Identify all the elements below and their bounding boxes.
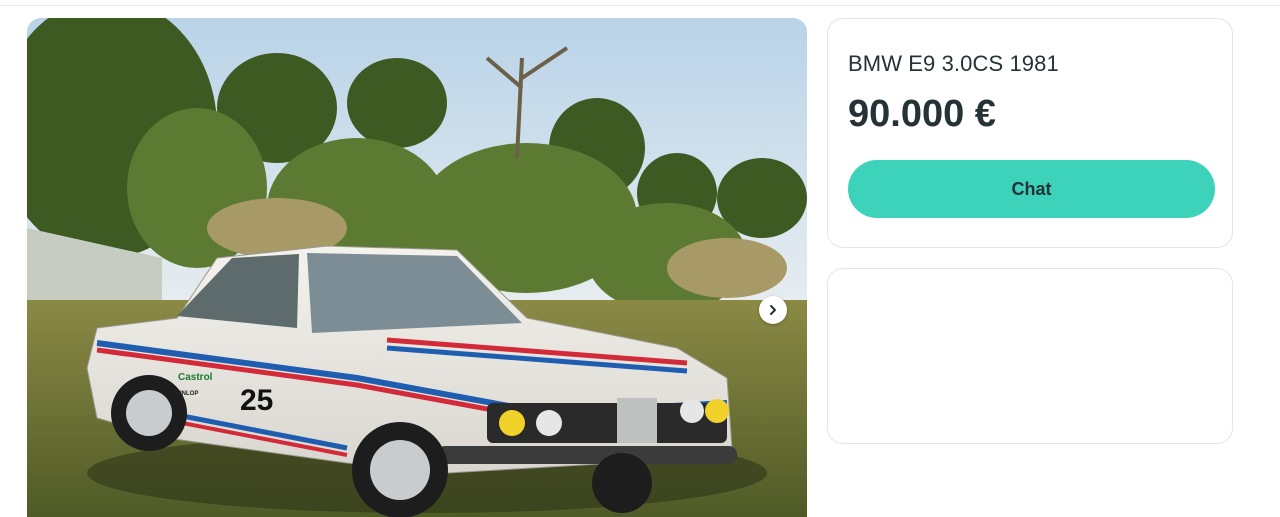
car-photo: 25 Castrol DUNLOP — [27, 18, 807, 517]
photo-gallery[interactable]: 25 Castrol DUNLOP — [27, 18, 807, 517]
car-sponsor-decal: Castrol — [178, 372, 213, 383]
chevron-right-icon — [770, 305, 776, 315]
gallery-next-button[interactable] — [759, 296, 787, 324]
car-number-decal: 25 — [240, 384, 273, 417]
top-divider — [0, 5, 1280, 6]
car-sponsor-secondary-decal: DUNLOP — [173, 391, 198, 397]
secondary-info-card — [827, 268, 1233, 444]
listing-info-card: BMW E9 3.0CS 1981 90.000 € Chat — [827, 18, 1233, 248]
chat-button[interactable]: Chat — [848, 160, 1215, 218]
listing-title: BMW E9 3.0CS 1981 — [848, 51, 1059, 76]
listing-price: 90.000 € — [848, 93, 996, 135]
